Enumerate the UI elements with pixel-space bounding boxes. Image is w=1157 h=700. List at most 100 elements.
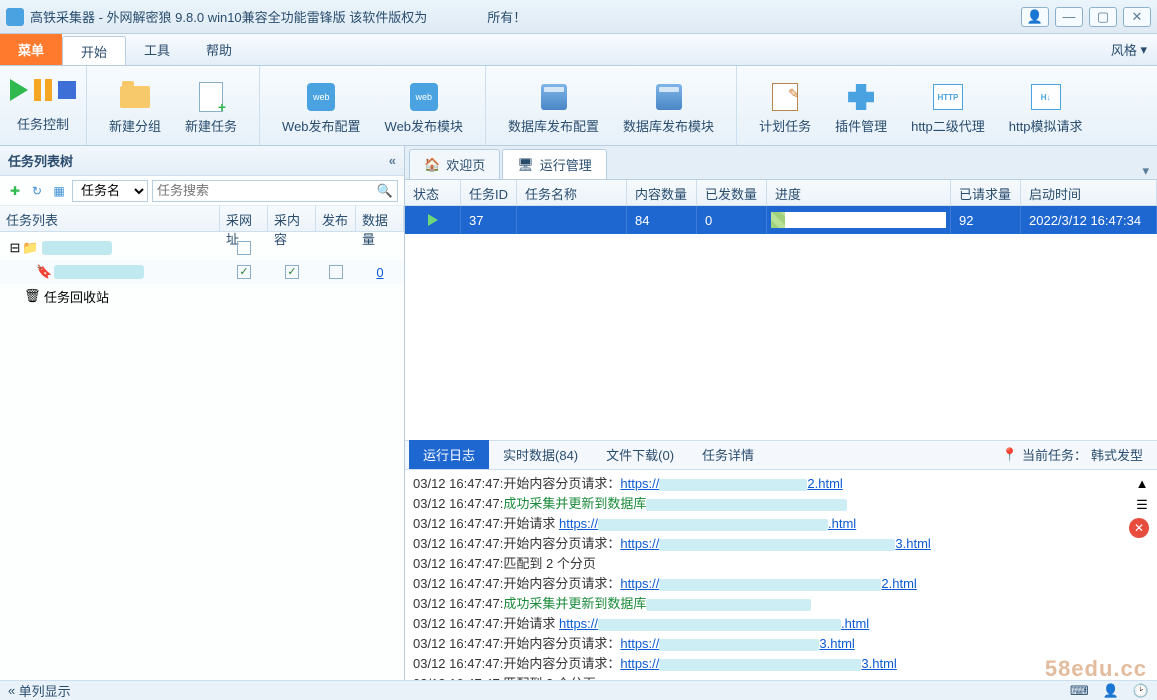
tree-row-task[interactable]: 🔖 0 bbox=[0, 260, 404, 284]
collapse-button[interactable]: « bbox=[389, 153, 396, 168]
web-publish-config-button[interactable]: webWeb发布配置 bbox=[270, 76, 373, 139]
tab-help[interactable]: 帮助 bbox=[188, 34, 250, 65]
new-group-button[interactable]: 新建分组 bbox=[97, 76, 173, 139]
lang-icon[interactable]: ⌨ bbox=[1070, 683, 1089, 699]
expand-icon[interactable]: « bbox=[8, 683, 15, 698]
log-url-link[interactable]: https:// bbox=[620, 576, 659, 591]
col-count[interactable]: 数据量 bbox=[356, 206, 404, 231]
http-simulate-button[interactable]: H↓http模拟请求 bbox=[997, 76, 1095, 139]
log-url-link[interactable]: https:// bbox=[620, 636, 659, 651]
task-grid-body[interactable] bbox=[405, 234, 1157, 440]
tree-toolbar: ✚ ↻ ▦ 任务名 🔍 bbox=[0, 176, 404, 206]
group-name-redacted bbox=[42, 241, 112, 255]
col-list[interactable]: 任务列表 bbox=[0, 206, 220, 231]
log-area[interactable]: ▲ ☰ 03/12 16:47:47:开始内容分页请求：https://2.ht… bbox=[405, 470, 1157, 680]
pause-button[interactable] bbox=[34, 79, 52, 101]
puzzle-icon bbox=[848, 84, 874, 110]
log-url-link[interactable]: https:// bbox=[559, 616, 598, 631]
style-dropdown[interactable]: 风格 ▾ bbox=[1111, 34, 1157, 65]
count-link[interactable]: 0 bbox=[356, 265, 404, 280]
grid-icon[interactable]: ▦ bbox=[50, 182, 68, 200]
running-icon bbox=[428, 214, 438, 226]
col-start-time[interactable]: 启动时间 bbox=[1021, 180, 1157, 205]
refresh-button[interactable]: ↻ bbox=[28, 182, 46, 200]
log-url-link[interactable]: https:// bbox=[620, 476, 659, 491]
statusbar: « 单列显示 ⌨ 👤 🕑 bbox=[0, 680, 1157, 700]
tabs-dropdown[interactable]: ▾ bbox=[1142, 163, 1149, 179]
database-icon bbox=[541, 84, 567, 110]
folder-icon: 📁 bbox=[22, 240, 38, 256]
col-progress[interactable]: 进度 bbox=[767, 180, 951, 205]
menu-button[interactable]: 菜单 bbox=[0, 34, 62, 65]
ribbon-group-task-control: 任务控制 bbox=[0, 66, 87, 145]
tree-grid-header: 任务列表 采网址 采内容 发布 数据量 bbox=[0, 206, 404, 232]
chk-url[interactable] bbox=[220, 241, 268, 255]
col-sent-count[interactable]: 已发数量 bbox=[697, 180, 767, 205]
expand-icon[interactable]: ⊟ bbox=[8, 240, 22, 256]
stop-button[interactable] bbox=[58, 81, 76, 99]
chk-url[interactable] bbox=[220, 265, 268, 279]
add-button[interactable]: ✚ bbox=[6, 182, 24, 200]
col-req-count[interactable]: 已请求量 bbox=[951, 180, 1021, 205]
scroll-up-icon[interactable]: ▲ bbox=[1136, 476, 1149, 491]
col-content[interactable]: 采内容 bbox=[268, 206, 316, 231]
progress-bar bbox=[771, 212, 946, 228]
http-icon: HTTP bbox=[933, 84, 963, 110]
ribbon-group-new: 新建分组 新建任务 bbox=[87, 66, 260, 145]
tab-tools[interactable]: 工具 bbox=[126, 34, 188, 65]
col-content-count[interactable]: 内容数量 bbox=[627, 180, 697, 205]
filter-select[interactable]: 任务名 bbox=[72, 180, 148, 202]
minimize-button[interactable]: — bbox=[1055, 7, 1083, 27]
col-url[interactable]: 采网址 bbox=[220, 206, 268, 231]
log-tab-download[interactable]: 文件下载(0) bbox=[592, 440, 688, 469]
log-tab-run[interactable]: 运行日志 bbox=[409, 440, 489, 469]
tab-start[interactable]: 开始 bbox=[62, 36, 126, 65]
chk-publish[interactable] bbox=[316, 265, 356, 279]
user-status-icon[interactable]: 👤 bbox=[1103, 683, 1119, 699]
main-tabs: 🏠欢迎页 🖥运行管理 ▾ bbox=[405, 146, 1157, 180]
pause-icon bbox=[34, 79, 52, 101]
play-icon bbox=[10, 79, 28, 101]
task-tree[interactable]: ⊟ 📁 🔖 0 🗑 任务回收站 bbox=[0, 232, 404, 680]
http-proxy-button[interactable]: HTTPhttp二级代理 bbox=[899, 76, 997, 139]
search-icon[interactable]: 🔍 bbox=[377, 183, 393, 199]
log-tab-detail[interactable]: 任务详情 bbox=[688, 440, 768, 469]
tree-row-group[interactable]: ⊟ 📁 bbox=[0, 236, 404, 260]
search-box[interactable]: 🔍 bbox=[152, 180, 398, 202]
ribbon-label-task-control: 任务控制 bbox=[17, 114, 69, 133]
document-icon bbox=[199, 82, 223, 112]
log-url-link[interactable]: https:// bbox=[620, 536, 659, 551]
task-row-selected[interactable]: 37 84 0 92 2022/3/12 16:47:34 bbox=[405, 206, 1157, 234]
close-panel-button[interactable]: ✕ bbox=[1129, 518, 1149, 538]
new-task-button[interactable]: 新建任务 bbox=[173, 76, 249, 139]
tree-row-recycle[interactable]: 🗑 任务回收站 bbox=[0, 284, 404, 308]
web-publish-module-button[interactable]: webWeb发布模块 bbox=[373, 76, 476, 139]
log-url-link[interactable]: https:// bbox=[620, 656, 659, 671]
col-task-id[interactable]: 任务ID bbox=[461, 180, 517, 205]
cell-req-count: 92 bbox=[951, 206, 1021, 234]
close-button[interactable]: ✕ bbox=[1123, 7, 1151, 27]
user-icon[interactable]: 👤 bbox=[1021, 7, 1049, 27]
task-grid-header: 状态 任务ID 任务名称 内容数量 已发数量 进度 已请求量 启动时间 bbox=[405, 180, 1157, 206]
col-publish[interactable]: 发布 bbox=[316, 206, 356, 231]
maximize-button[interactable]: ▢ bbox=[1089, 7, 1117, 27]
log-tab-realtime[interactable]: 实时数据(84) bbox=[489, 440, 592, 469]
tab-run-manage[interactable]: 🖥运行管理 bbox=[502, 149, 607, 179]
status-single-col[interactable]: 单列显示 bbox=[19, 681, 71, 700]
right-pane: 🏠欢迎页 🖥运行管理 ▾ 状态 任务ID 任务名称 内容数量 已发数量 进度 已… bbox=[405, 146, 1157, 680]
plan-task-button[interactable]: 计划任务 bbox=[747, 76, 823, 139]
chk-content[interactable] bbox=[268, 265, 316, 279]
search-input[interactable] bbox=[157, 183, 377, 198]
play-button[interactable] bbox=[10, 79, 28, 101]
col-status[interactable]: 状态 bbox=[405, 180, 461, 205]
menu-icon[interactable]: ☰ bbox=[1136, 497, 1148, 513]
db-publish-config-button[interactable]: 数据库发布配置 bbox=[496, 76, 611, 139]
col-task-name[interactable]: 任务名称 bbox=[517, 180, 627, 205]
tab-welcome[interactable]: 🏠欢迎页 bbox=[409, 149, 500, 179]
pane-title: 任务列表树 bbox=[8, 151, 73, 170]
plugin-manager-button[interactable]: 插件管理 bbox=[823, 76, 899, 139]
log-url-link[interactable]: https:// bbox=[559, 516, 598, 531]
db-publish-module-button[interactable]: 数据库发布模块 bbox=[611, 76, 726, 139]
menubar: 菜单 开始 工具 帮助 风格 ▾ bbox=[0, 34, 1157, 66]
clock-icon[interactable]: 🕑 bbox=[1133, 683, 1149, 699]
